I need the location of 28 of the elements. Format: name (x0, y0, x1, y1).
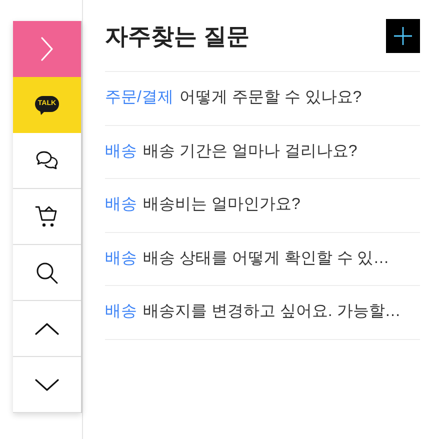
faq-question: 배송지를 변경하고 싶어요. 가능할… (143, 302, 401, 322)
faq-item[interactable]: 주문/결제 어떻게 주문할 수 있나요? (105, 72, 420, 126)
cart-icon (35, 204, 59, 228)
cart-button[interactable] (13, 189, 81, 245)
faq-item[interactable]: 배송 배송비는 얼마인가요? (105, 179, 420, 232)
chat-button[interactable] (13, 133, 81, 189)
faq-item[interactable]: 배송 배송 기간은 얼마나 걸리나요? (105, 126, 420, 179)
faq-category: 배송 (105, 248, 137, 269)
search-button[interactable] (13, 245, 81, 301)
faq-item[interactable]: 배송 배송 상태를 어떻게 확인할 수 있… (105, 232, 420, 286)
faq-question: 배송 기간은 얼마나 걸리나요? (143, 142, 358, 162)
faq-item[interactable]: 배송 배송지를 변경하고 싶어요. 가능할… (105, 286, 420, 340)
add-button[interactable] (386, 19, 420, 53)
chat-bubbles-icon (35, 150, 59, 172)
plus-icon (393, 26, 413, 46)
faq-category: 배송 (105, 142, 137, 162)
faq-question: 어떻게 주문할 수 있나요? (179, 88, 362, 108)
toggle-button[interactable] (13, 21, 81, 77)
faq-question: 배송비는 얼마인가요? (143, 195, 300, 216)
page-title: 자주찾는 질문 (105, 22, 250, 51)
faq-question: 배송 상태를 어떻게 확인할 수 있… (143, 248, 390, 269)
faq-category: 주문/결제 (105, 88, 174, 108)
faq-category: 배송 (105, 302, 137, 322)
chevron-right-icon (40, 36, 54, 62)
chevron-down-icon (35, 378, 59, 390)
faq-category: 배송 (105, 195, 137, 216)
chevron-up-icon (35, 322, 59, 334)
search-icon (35, 260, 59, 284)
